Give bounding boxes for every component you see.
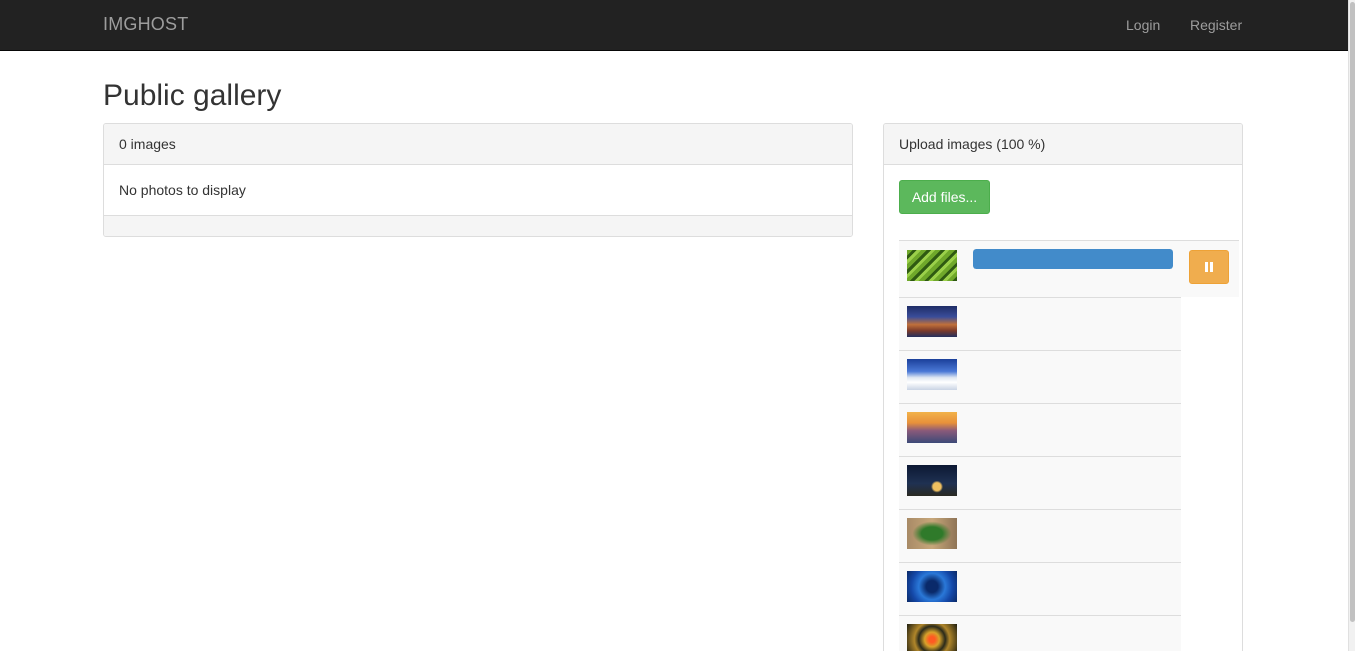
upload-file-row <box>899 509 1181 562</box>
upload-file-row <box>899 350 1181 403</box>
upload-file-row <box>899 562 1181 615</box>
pause-icon-bar <box>1210 262 1213 272</box>
gallery-footer <box>104 215 852 236</box>
login-link[interactable]: Login <box>1126 17 1160 33</box>
upload-file-row <box>899 615 1181 651</box>
pause-upload-button[interactable] <box>1189 250 1229 284</box>
sunset-village-thumbnail <box>907 412 957 443</box>
upload-panel: Upload images (100 %) Add files... <box>883 123 1243 651</box>
add-files-button[interactable]: Add files... <box>899 180 990 214</box>
navbar: IMGHOST Login Register <box>0 0 1348 51</box>
gallery-empty-message: No photos to display <box>119 182 246 198</box>
scrollbar-thumb[interactable] <box>1350 2 1355 622</box>
night-town-thumbnail <box>907 306 957 337</box>
gallery-count: 0 images <box>104 124 852 165</box>
starry-night-campfire-thumbnail <box>907 465 957 496</box>
register-link[interactable]: Register <box>1190 17 1242 33</box>
upload-file-row <box>899 240 1239 297</box>
kaleidoscope-thumbnail <box>907 624 957 651</box>
brand-logo[interactable]: IMGHOST <box>103 14 188 35</box>
fern-leaf-thumbnail <box>907 250 957 281</box>
upload-file-row <box>899 297 1181 350</box>
pause-icon <box>1205 262 1208 272</box>
upload-file-row <box>899 456 1181 509</box>
upload-heading: Upload images (100 %) <box>884 124 1242 165</box>
page-title: Public gallery <box>103 79 282 112</box>
blue-vortex-thumbnail <box>907 571 957 602</box>
page-scrollbar[interactable] <box>1348 0 1355 651</box>
upload-progress-bar <box>973 249 1173 269</box>
gallery-panel: 0 images No photos to display <box>103 123 853 237</box>
snowy-dunes-thumbnail <box>907 359 957 390</box>
upload-file-row <box>899 403 1181 456</box>
green-snake-thumbnail <box>907 518 957 549</box>
upload-progress-fill <box>973 249 1173 269</box>
